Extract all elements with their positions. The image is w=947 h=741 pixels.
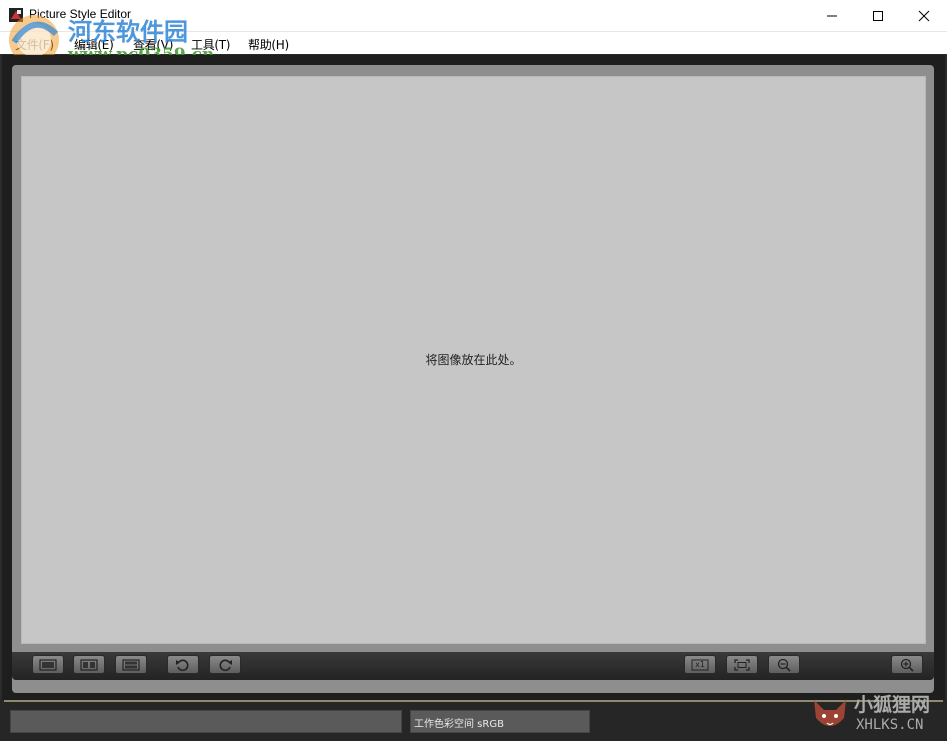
image-frame: 将图像放在此处。 x1 <box>12 65 934 693</box>
single-view-button[interactable] <box>32 655 64 674</box>
rotate-right-button[interactable] <box>209 655 241 674</box>
rotate-left-button[interactable] <box>167 655 199 674</box>
rotate-left-icon <box>176 659 189 671</box>
zoom-out-icon <box>777 658 791 672</box>
color-space-status: 工作色彩空间 sRGB <box>410 710 590 733</box>
status-divider <box>4 700 943 702</box>
split-horizontal-view-icon <box>122 658 140 671</box>
title-bar: Picture Style Editor <box>0 0 947 32</box>
fit-to-window-button[interactable] <box>726 655 758 674</box>
split-horizontal-view-button[interactable] <box>115 655 147 674</box>
menu-edit[interactable]: 编辑(E) <box>74 36 114 53</box>
menu-help[interactable]: 帮助(H) <box>248 36 289 53</box>
minimize-button[interactable] <box>809 0 855 31</box>
rotate-right-icon <box>219 659 232 671</box>
maximize-icon <box>873 10 883 21</box>
zoom-in-icon <box>900 658 914 672</box>
menu-tools[interactable]: 工具(T) <box>191 36 231 53</box>
app-icon <box>9 8 23 22</box>
zoom-in-button[interactable] <box>891 655 923 674</box>
status-field-main <box>10 710 402 733</box>
zoom-actual-size-label: x1 <box>695 660 705 669</box>
menu-bar: 文件(F) 编辑(E) 查看(V) 工具(T) 帮助(H) <box>0 32 947 54</box>
menu-view[interactable]: 查看(V) <box>133 36 173 53</box>
view-toolbar: x1 <box>12 652 934 680</box>
fit-to-window-icon <box>734 658 750 671</box>
work-area: 将图像放在此处。 x1 <box>2 55 945 700</box>
drop-placeholder-text: 将图像放在此处。 <box>425 353 522 367</box>
status-bar: 工作色彩空间 sRGB <box>0 700 947 741</box>
split-vertical-view-button[interactable] <box>73 655 105 674</box>
zoom-actual-size-button[interactable]: x1 <box>684 655 716 674</box>
close-icon <box>918 10 930 21</box>
minimize-icon <box>827 15 837 16</box>
split-vertical-view-icon <box>80 658 98 671</box>
close-button[interactable] <box>901 0 947 31</box>
menu-file[interactable]: 文件(F) <box>15 36 54 53</box>
zoom-out-button[interactable] <box>768 655 800 674</box>
window-title: Picture Style Editor <box>29 7 132 21</box>
image-drop-area[interactable]: 将图像放在此处。 <box>21 76 926 644</box>
single-view-icon <box>39 658 57 671</box>
maximize-button[interactable] <box>855 0 901 31</box>
